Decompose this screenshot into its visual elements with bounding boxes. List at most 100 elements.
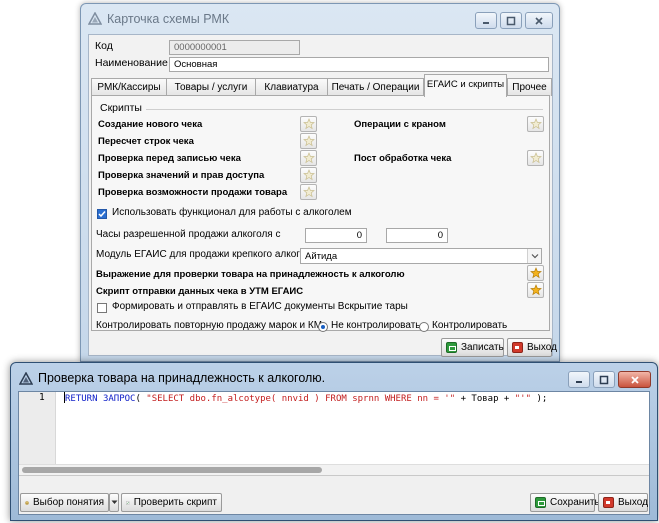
card-save-button[interactable]: Записать — [441, 338, 504, 357]
script-window: Проверка товара на принадлежность к алко… — [10, 362, 658, 521]
code-string-sql: "SELECT dbo.fn_alcotype( nnvid ) FROM sp… — [146, 394, 456, 404]
script-recalc-button[interactable] — [300, 133, 317, 149]
utm-script-label: Скрипт отправки данных чека в УТМ ЕГАИС — [96, 286, 304, 297]
check-script-icon — [126, 500, 130, 505]
choose-concept-button[interactable]: Выбор понятия — [20, 493, 109, 512]
control-radio[interactable] — [419, 322, 429, 332]
script-window-title: Проверка товара на принадлежность к алко… — [38, 371, 326, 385]
script-save-label: Сохранить — [550, 497, 600, 508]
use-alcohol-checkbox[interactable] — [97, 209, 107, 219]
code-editor[interactable]: 1 RETURN ЗАПРОС( "SELECT dbo.fn_alcotype… — [19, 392, 649, 476]
script-check-sale-label: Проверка возможности продажи товара — [98, 187, 288, 198]
script-exit-label: Выход — [618, 497, 648, 508]
script-close-button[interactable] — [618, 371, 651, 388]
horizontal-scrollbar[interactable] — [19, 464, 649, 475]
card-save-label: Записать — [461, 342, 504, 353]
scripts-group-title: Скрипты — [100, 102, 142, 114]
script-post-process-button[interactable] — [527, 150, 544, 166]
app-logo-icon — [88, 12, 102, 25]
egais-module-label: Модуль ЕГАИС для продажи крепкого алкого… — [96, 249, 317, 260]
scrollbar-thumb[interactable] — [22, 467, 322, 473]
scripts-group-divider — [146, 109, 543, 110]
script-check-before-save-button[interactable] — [300, 150, 317, 166]
card-window-title: Карточка схемы РМК — [107, 12, 230, 26]
script-crane-ops-button[interactable] — [527, 116, 544, 132]
star-icon — [529, 284, 542, 296]
script-new-receipt-button[interactable] — [300, 116, 317, 132]
code-keyword-return: RETURN — [65, 394, 98, 404]
tab-other[interactable]: Прочее — [507, 78, 552, 96]
egais-module-select[interactable]: Айтида — [300, 248, 542, 264]
script-recalc-label: Пересчет строк чека — [98, 136, 194, 147]
no-control-label: Не контролировать — [331, 320, 421, 331]
star-icon — [529, 152, 542, 164]
hours-from-field[interactable]: 0 — [305, 228, 367, 243]
exit-icon — [512, 342, 523, 353]
tab-keyboard[interactable]: Клавиатура — [255, 78, 328, 96]
close-icon — [630, 375, 639, 384]
app-logo-icon — [19, 372, 33, 385]
maximize-icon — [599, 375, 609, 384]
close-button[interactable] — [525, 12, 553, 29]
star-icon — [302, 169, 315, 181]
star-icon — [529, 118, 542, 130]
tab-print-operations[interactable]: Печать / Операции — [327, 78, 424, 96]
tab-egais-scripts[interactable]: ЕГАИС и скрипты — [424, 74, 507, 97]
hours-to-field[interactable]: 0 — [386, 228, 448, 243]
line-gutter: 1 — [19, 392, 56, 464]
card-window-titlebar[interactable]: Карточка схемы РМК — [81, 4, 559, 34]
script-check-sale-button[interactable] — [300, 184, 317, 200]
tab-goods-services[interactable]: Товары / услуги — [166, 78, 256, 96]
hours-label: Часы разрешенной продажи алкоголя с — [96, 229, 281, 240]
code-keyword-query: ЗАПРОС — [102, 394, 136, 404]
control-resale-label: Контролировать повторную продажу марок и… — [96, 320, 323, 331]
name-field[interactable]: Основная — [169, 57, 549, 72]
script-post-process-label: Пост обработка чека — [354, 153, 452, 164]
send-docs-checkbox[interactable] — [97, 303, 107, 313]
egais-scripts-panel: Скрипты Создание нового чека Пересчет ст… — [91, 95, 550, 332]
script-check-values-button[interactable] — [300, 167, 317, 183]
script-minimize-button[interactable] — [568, 371, 590, 388]
code-label: Код — [95, 40, 113, 52]
name-label: Наименование — [95, 57, 168, 69]
chevron-down-icon[interactable] — [527, 249, 541, 263]
code-end: ); — [531, 394, 548, 404]
card-exit-button[interactable]: Выход — [507, 338, 557, 357]
script-new-receipt-label: Создание нового чека — [98, 119, 203, 130]
check-script-label: Проверить скрипт — [133, 497, 217, 508]
code-field[interactable]: 0000000001 — [169, 40, 300, 55]
save-icon — [446, 342, 457, 353]
star-icon — [529, 267, 542, 279]
utm-script-button[interactable] — [527, 282, 544, 298]
maximize-button[interactable] — [500, 12, 522, 29]
save-icon — [535, 497, 546, 508]
script-check-values-label: Проверка значений и прав доступа — [98, 170, 265, 181]
egais-module-value: Айтида — [305, 251, 338, 262]
card-window: Карточка схемы РМК Код 0000000001 Наимен… — [80, 3, 560, 362]
code-string-quote: "'" — [514, 394, 532, 404]
script-crane-ops-label: Операции с краном — [354, 119, 446, 130]
script-exit-button[interactable]: Выход — [598, 493, 648, 512]
alcohol-expr-button[interactable] — [527, 265, 544, 281]
star-icon — [302, 152, 315, 164]
script-window-body: 1 RETURN ЗАПРОС( "SELECT dbo.fn_alcotype… — [18, 391, 650, 515]
code-paren: ( — [135, 394, 147, 404]
star-icon — [302, 118, 315, 130]
choose-concept-dropdown[interactable] — [109, 493, 119, 512]
tab-rmk-cashiers[interactable]: РМК/Кассиры — [91, 78, 167, 96]
close-icon — [535, 16, 543, 25]
card-window-body: Код 0000000001 Наименование Основная РМК… — [88, 34, 557, 357]
minimize-icon — [576, 380, 582, 383]
tab-strip: РМК/Кассиры Товары / услуги Клавиатура П… — [89, 74, 554, 97]
minimize-button[interactable] — [475, 12, 497, 29]
script-save-button[interactable]: Сохранить — [530, 493, 600, 512]
exit-icon — [603, 497, 614, 508]
no-control-radio[interactable] — [318, 322, 328, 332]
card-exit-label: Выход — [527, 342, 557, 353]
code-line[interactable]: RETURN ЗАПРОС( "SELECT dbo.fn_alcotype( … — [64, 392, 547, 405]
maximize-icon — [506, 16, 516, 25]
alcohol-expr-label: Выражение для проверки товара на принадл… — [96, 269, 405, 280]
script-maximize-button[interactable] — [593, 371, 615, 388]
check-script-button[interactable]: Проверить скрипт — [121, 493, 222, 512]
star-icon — [302, 135, 315, 147]
